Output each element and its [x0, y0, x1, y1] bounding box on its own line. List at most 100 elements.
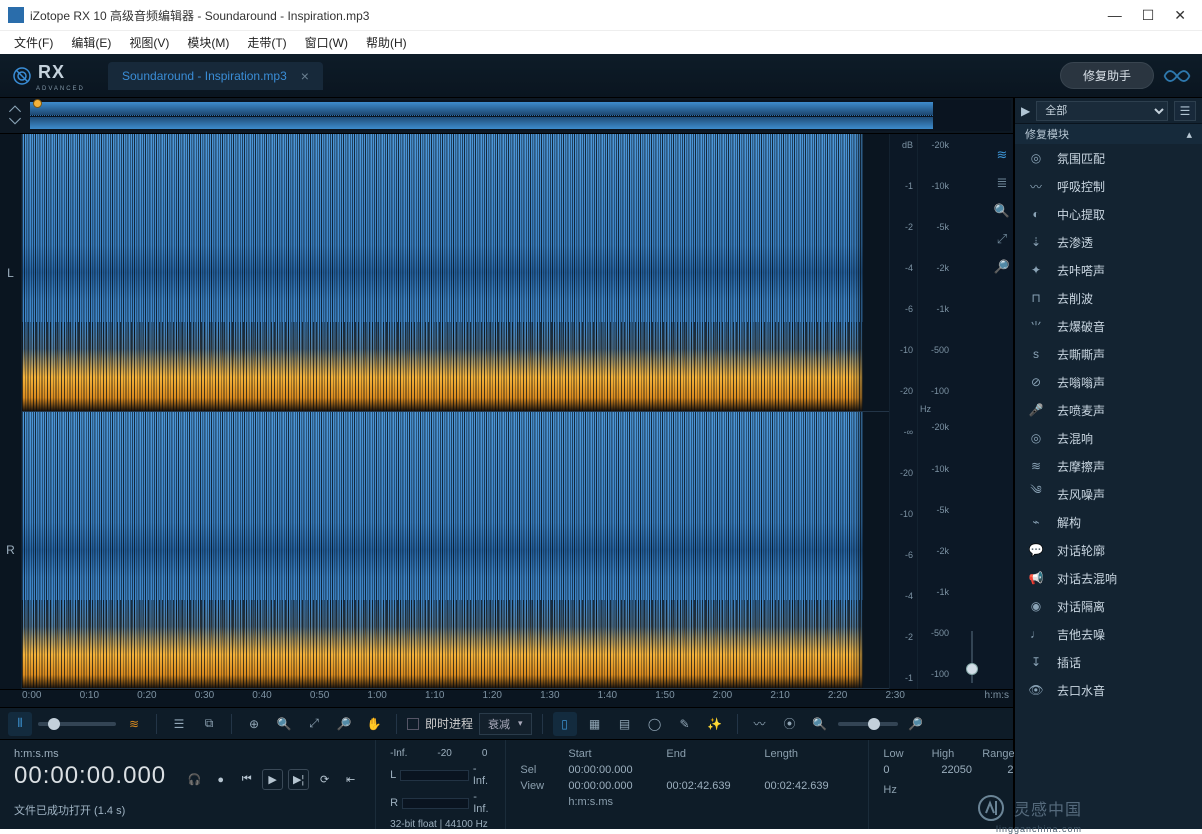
select-freq-icon[interactable]: ▤	[613, 712, 637, 736]
play-button[interactable]: ▶	[262, 769, 283, 790]
tool-spectral-icon[interactable]: ⫴	[8, 712, 32, 736]
select-lasso-icon[interactable]: ◯	[643, 712, 667, 736]
select-time-icon[interactable]: ▯	[553, 712, 577, 736]
headphones-icon[interactable]: 🎧	[184, 769, 205, 790]
module-label: 去口水音	[1057, 682, 1105, 699]
select-brush-icon[interactable]: ✎	[673, 712, 697, 736]
zoom-in-2-icon[interactable]: 🔍	[808, 712, 832, 736]
module-item-insert[interactable]: ↧插话	[1015, 648, 1202, 676]
current-time: 00:00:00.000	[14, 762, 166, 790]
module-item-wind[interactable]: ༄去风噪声	[1015, 480, 1202, 508]
menu-module[interactable]: 模块(M)	[181, 32, 235, 53]
overview-expand-icons[interactable]	[0, 98, 30, 133]
side-play-icon[interactable]: ▶	[1021, 104, 1030, 118]
zoom-out-2-icon[interactable]: 🔎	[904, 712, 928, 736]
tool-copy-icon[interactable]: ⧉	[197, 712, 221, 736]
zoom-out-icon[interactable]: 🔎	[332, 712, 356, 736]
zoom-out-y-icon[interactable]: 🔎	[993, 258, 1011, 276]
zoom-slider[interactable]	[838, 722, 898, 726]
module-item-crackle[interactable]: ✦去咔嗒声	[1015, 256, 1202, 284]
tool-waveform-icon[interactable]: ≋	[122, 712, 146, 736]
hand-tool-icon[interactable]: ✋	[362, 712, 386, 736]
view-bars-icon[interactable]: ≣	[993, 174, 1011, 192]
app-topbar: RX ADVANCED Soundaround - Inspiration.mp…	[0, 54, 1202, 98]
side-menu-icon[interactable]: ☰	[1174, 101, 1196, 121]
module-item-decon[interactable]: ⌁解构	[1015, 508, 1202, 536]
module-item-center[interactable]: ◐中心提取	[1015, 200, 1202, 228]
view-wave-icon[interactable]: ≋	[993, 146, 1011, 164]
instant-process-label: 即时进程	[425, 715, 473, 732]
meter-R-val: -Inf.	[473, 791, 491, 815]
menu-view[interactable]: 视图(V)	[123, 32, 175, 53]
module-item-saliva[interactable]: 👁去口水音	[1015, 676, 1202, 704]
sel-length[interactable]	[764, 764, 854, 776]
view-start[interactable]: 00:00:00.000	[568, 780, 658, 792]
module-item-guitar[interactable]: ♩吉他去噪	[1015, 620, 1202, 648]
view-end[interactable]: 00:02:42.639	[666, 780, 756, 792]
rewind-button[interactable]: ⏮	[236, 769, 257, 790]
tool-list-icon[interactable]: ☰	[167, 712, 191, 736]
menu-tape[interactable]: 走带(T)	[241, 32, 292, 53]
zoom-in-icon[interactable]: 🔍	[272, 712, 296, 736]
module-item-mic[interactable]: 🎤去喷麦声	[1015, 396, 1202, 424]
stop-return-button[interactable]: ⇤	[340, 769, 361, 790]
zoom-reset-y-icon[interactable]: ⤢	[993, 230, 1011, 248]
meter-right	[402, 798, 469, 809]
repair-assistant-button[interactable]: 修复助手	[1060, 62, 1154, 89]
tab-filename: Soundaround - Inspiration.mp3	[122, 69, 287, 83]
module-filter-select[interactable]: 全部	[1036, 101, 1168, 121]
lasso-point-icon[interactable]: ⦿	[778, 712, 802, 736]
module-item-bleed[interactable]: ⇣去渗透	[1015, 228, 1202, 256]
module-item-ambience[interactable]: ◎氛围匹配	[1015, 144, 1202, 172]
select-timefreq-icon[interactable]: ▦	[583, 712, 607, 736]
zoom-in-y-icon[interactable]: 🔍	[993, 202, 1011, 220]
module-item-ess[interactable]: s去嘶嘶声	[1015, 340, 1202, 368]
bleed-icon: ⇣	[1027, 233, 1045, 251]
sel-end[interactable]	[666, 764, 756, 776]
loop-button[interactable]: ⟳	[314, 769, 335, 790]
tab-close-icon[interactable]: ×	[301, 68, 309, 84]
freq-low-val[interactable]: 0	[883, 764, 913, 780]
zoom-full-icon[interactable]: ⤢	[302, 712, 326, 736]
module-item-deverb[interactable]: 📢对话去混响	[1015, 564, 1202, 592]
meter-lbl-20: -20	[437, 748, 451, 759]
instant-process-checkbox[interactable]	[407, 718, 419, 730]
document-tab[interactable]: Soundaround - Inspiration.mp3 ×	[108, 62, 323, 90]
menu-file[interactable]: 文件(F)	[8, 32, 59, 53]
module-item-contour[interactable]: 💬对话轮廓	[1015, 536, 1202, 564]
freq-high-lbl: High	[932, 748, 955, 760]
menu-help[interactable]: 帮助(H)	[360, 32, 413, 53]
module-item-rustle[interactable]: ≋去摩擦声	[1015, 452, 1202, 480]
overview-playhead[interactable]	[33, 99, 42, 108]
module-label: 氛围匹配	[1057, 150, 1105, 167]
heat-slider[interactable]	[964, 624, 980, 689]
module-item-reverb[interactable]: ◎去混响	[1015, 424, 1202, 452]
module-item-isolate[interactable]: ◉对话隔离	[1015, 592, 1202, 620]
overview-waveform[interactable]	[30, 100, 1011, 131]
sel-start[interactable]: 00:00:00.000	[568, 764, 658, 776]
module-item-breath[interactable]: 〰呼吸控制	[1015, 172, 1202, 200]
overview-strip[interactable]	[0, 98, 1013, 134]
side-section-header[interactable]: 修复模块 ▴	[1015, 124, 1202, 144]
spectrogram-canvas[interactable]	[22, 134, 889, 689]
select-wand-icon[interactable]: ✨	[703, 712, 727, 736]
module-item-plosive[interactable]: ⺌去爆破音	[1015, 312, 1202, 340]
module-item-clip[interactable]: ⊓去削波	[1015, 284, 1202, 312]
timeline-ruler[interactable]: 0:000:100:200:300:400:501:001:101:201:30…	[0, 689, 1013, 707]
blend-slider[interactable]	[38, 722, 116, 726]
record-button[interactable]: ●	[210, 769, 231, 790]
module-item-hum[interactable]: ⊘去嗡嗡声	[1015, 368, 1202, 396]
fade-combo[interactable]: 衰减	[479, 713, 532, 735]
window-minimize-button[interactable]: —	[1108, 7, 1122, 24]
assistant-wave-icon[interactable]	[1162, 61, 1192, 91]
play-range-button[interactable]: ▶¦	[288, 769, 309, 790]
menu-window[interactable]: 窗口(W)	[299, 32, 354, 53]
view-length[interactable]: 00:02:42.639	[764, 780, 854, 792]
menu-edit[interactable]: 编辑(E)	[65, 32, 117, 53]
zoom-sel-icon[interactable]: ⊕	[242, 712, 266, 736]
window-maximize-button[interactable]: ☐	[1142, 7, 1155, 24]
lasso-free-icon[interactable]: 〰	[748, 712, 772, 736]
meter-lbl-ninf: -Inf.	[390, 748, 407, 759]
window-close-button[interactable]: ✕	[1174, 7, 1186, 24]
freq-high-val[interactable]: 22050	[941, 764, 979, 780]
